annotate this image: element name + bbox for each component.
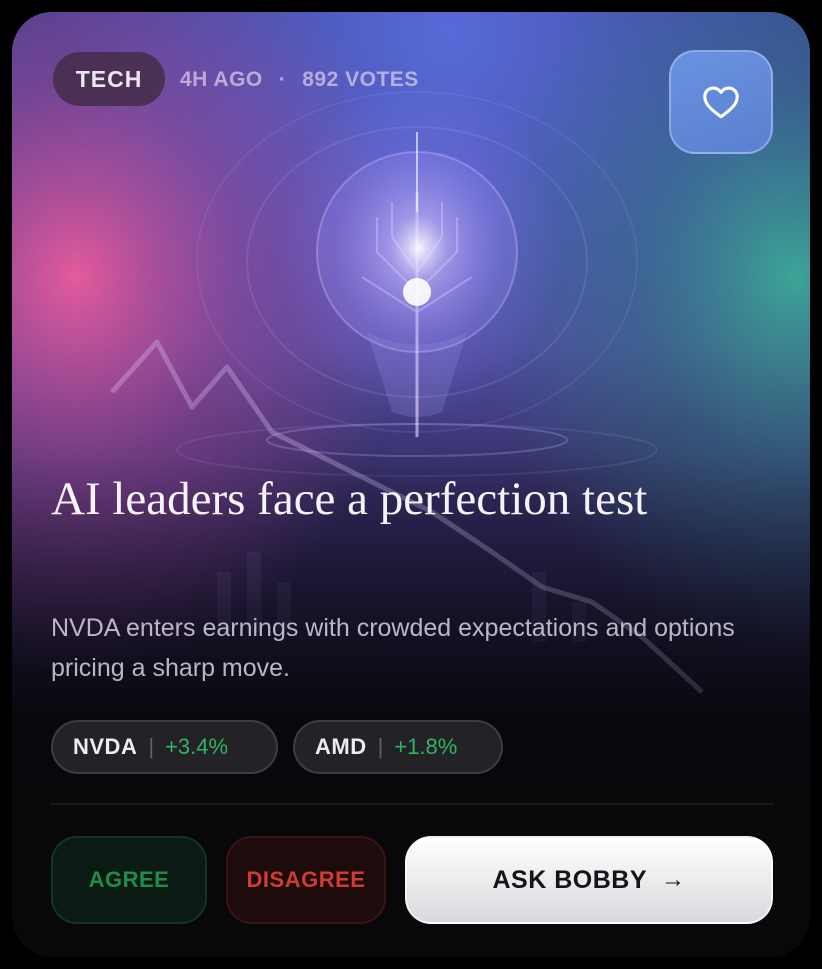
ticker-change: +3.4% — [165, 734, 229, 759]
heart-outline-icon — [703, 86, 739, 119]
arrow-right-icon: → — [661, 866, 686, 893]
divider — [51, 803, 773, 805]
ticker-separator: | — [148, 734, 155, 759]
ticker-separator: | — [377, 734, 384, 759]
agree-button[interactable]: AGREE — [51, 836, 207, 924]
post-meta: 4H AGO · 892 VOTES — [180, 66, 419, 94]
article-card[interactable]: TECH 4H AGO · 892 VOTES AI leaders face … — [12, 12, 810, 957]
category-tag[interactable]: TECH — [53, 52, 165, 106]
ticker-chip-amd[interactable]: AMD | +1.8% — [293, 720, 503, 774]
meta-separator: · — [278, 68, 287, 91]
ticker-symbol: AMD — [315, 734, 367, 759]
ask-bobby-button[interactable]: ASK BOBBY → — [405, 836, 773, 924]
ticker-chip-nvda[interactable]: NVDA | +3.4% — [51, 720, 278, 774]
vote-count: 892 VOTES — [302, 68, 419, 91]
ask-bobby-label: ASK BOBBY — [492, 865, 647, 894]
ticker-change: +1.8% — [394, 734, 458, 759]
subtitle: NVDA enters earnings with crowded expect… — [51, 614, 735, 682]
disagree-button[interactable]: DISAGREE — [226, 836, 386, 924]
headline: AI leaders face a perfection test — [51, 473, 648, 525]
ticker-symbol: NVDA — [73, 734, 138, 759]
time-ago: 4H AGO — [180, 68, 263, 91]
favorite-button[interactable] — [669, 50, 773, 154]
